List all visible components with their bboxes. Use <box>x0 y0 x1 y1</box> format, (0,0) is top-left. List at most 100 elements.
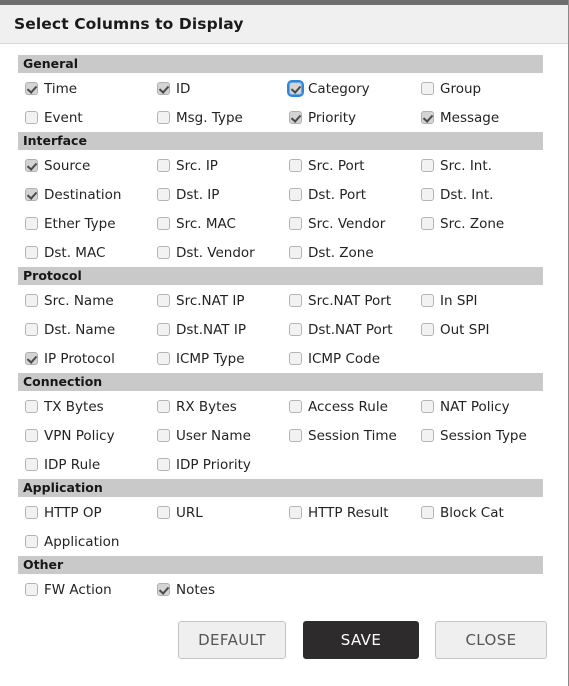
checked-checkbox-icon[interactable] <box>157 583 170 596</box>
checkbox-item-application[interactable]: Application <box>0 534 132 550</box>
checkbox-item-nat-policy[interactable]: NAT Policy <box>396 399 528 415</box>
checked-checkbox-icon[interactable] <box>25 352 38 365</box>
checked-checkbox-icon[interactable] <box>25 188 38 201</box>
unchecked-checkbox-icon[interactable] <box>157 159 170 172</box>
unchecked-checkbox-icon[interactable] <box>421 294 434 307</box>
unchecked-checkbox-icon[interactable] <box>157 294 170 307</box>
unchecked-checkbox-icon[interactable] <box>421 400 434 413</box>
checkbox-item-dst-zone[interactable]: Dst. Zone <box>264 245 396 261</box>
checkbox-item-icmp-type[interactable]: ICMP Type <box>132 351 264 367</box>
checkbox-item-rx-bytes[interactable]: RX Bytes <box>132 399 264 415</box>
unchecked-checkbox-icon[interactable] <box>289 323 302 336</box>
checkbox-item-src-vendor[interactable]: Src. Vendor <box>264 216 396 232</box>
checkbox-item-src-int[interactable]: Src. Int. <box>396 158 528 174</box>
checkbox-item-id[interactable]: ID <box>132 81 264 97</box>
checked-checkbox-icon[interactable] <box>289 111 302 124</box>
unchecked-checkbox-icon[interactable] <box>289 246 302 259</box>
unchecked-checkbox-icon[interactable] <box>289 429 302 442</box>
checkbox-item-src-nat-ip[interactable]: Src.NAT IP <box>132 293 264 309</box>
unchecked-checkbox-icon[interactable] <box>421 188 434 201</box>
checkbox-item-session-time[interactable]: Session Time <box>264 428 397 444</box>
checkbox-item-src-port[interactable]: Src. Port <box>264 158 396 174</box>
unchecked-checkbox-icon[interactable] <box>289 352 302 365</box>
checkbox-item-src-nat-port[interactable]: Src.NAT Port <box>264 293 396 309</box>
unchecked-checkbox-icon[interactable] <box>157 246 170 259</box>
unchecked-checkbox-icon[interactable] <box>289 159 302 172</box>
checkbox-item-msg-type[interactable]: Msg. Type <box>132 110 264 126</box>
unchecked-checkbox-icon[interactable] <box>421 159 434 172</box>
save-button[interactable]: SAVE <box>303 621 419 659</box>
unchecked-checkbox-icon[interactable] <box>25 429 38 442</box>
checkbox-item-idp-rule[interactable]: IDP Rule <box>0 457 132 473</box>
unchecked-checkbox-icon[interactable] <box>157 352 170 365</box>
default-button[interactable]: DEFAULT <box>178 621 286 659</box>
checkbox-item-url[interactable]: URL <box>132 505 264 521</box>
checkbox-item-src-name[interactable]: Src. Name <box>0 293 132 309</box>
unchecked-checkbox-icon[interactable] <box>421 429 434 442</box>
checkbox-item-category[interactable]: Category <box>264 80 396 97</box>
checked-checkbox-icon[interactable] <box>157 82 170 95</box>
checkbox-item-http-result[interactable]: HTTP Result <box>264 505 396 521</box>
unchecked-checkbox-icon[interactable] <box>289 217 302 230</box>
unchecked-checkbox-icon[interactable] <box>25 246 38 259</box>
close-button[interactable]: CLOSE <box>435 621 547 659</box>
checkbox-item-http-op[interactable]: HTTP OP <box>0 505 132 521</box>
unchecked-checkbox-icon[interactable] <box>289 506 302 519</box>
checkbox-item-dst-nat-port[interactable]: Dst.NAT Port <box>264 322 396 338</box>
checkbox-item-out-spi[interactable]: Out SPI <box>396 322 528 338</box>
checkbox-item-in-spi[interactable]: In SPI <box>396 293 528 309</box>
unchecked-checkbox-icon[interactable] <box>25 583 38 596</box>
checkbox-item-user-name[interactable]: User Name <box>132 428 264 444</box>
checkbox-item-priority[interactable]: Priority <box>264 110 396 126</box>
unchecked-checkbox-icon[interactable] <box>157 429 170 442</box>
unchecked-checkbox-icon[interactable] <box>157 188 170 201</box>
unchecked-checkbox-icon[interactable] <box>25 111 38 124</box>
unchecked-checkbox-icon[interactable] <box>157 217 170 230</box>
checkbox-item-dst-ip[interactable]: Dst. IP <box>132 187 264 203</box>
checkbox-item-source[interactable]: Source <box>0 158 132 174</box>
checkbox-item-time[interactable]: Time <box>0 81 132 97</box>
checkbox-item-idp-priority[interactable]: IDP Priority <box>132 457 264 473</box>
unchecked-checkbox-icon[interactable] <box>25 506 38 519</box>
checkbox-item-ether-type[interactable]: Ether Type <box>0 216 132 232</box>
checkbox-item-dst-int[interactable]: Dst. Int. <box>396 187 528 203</box>
checkbox-item-access-rule[interactable]: Access Rule <box>264 399 396 415</box>
checkbox-item-src-zone[interactable]: Src. Zone <box>396 216 528 232</box>
checkbox-item-notes[interactable]: Notes <box>132 582 264 598</box>
checked-checkbox-icon[interactable] <box>421 111 434 124</box>
unchecked-checkbox-icon[interactable] <box>421 506 434 519</box>
unchecked-checkbox-icon[interactable] <box>25 400 38 413</box>
checkbox-item-tx-bytes[interactable]: TX Bytes <box>0 399 132 415</box>
checkbox-item-dst-name[interactable]: Dst. Name <box>0 322 132 338</box>
checkbox-item-vpn-policy[interactable]: VPN Policy <box>0 428 132 444</box>
unchecked-checkbox-icon[interactable] <box>25 535 38 548</box>
unchecked-checkbox-icon[interactable] <box>157 458 170 471</box>
unchecked-checkbox-icon[interactable] <box>157 111 170 124</box>
unchecked-checkbox-icon[interactable] <box>25 294 38 307</box>
checkbox-item-ip-protocol[interactable]: IP Protocol <box>0 351 132 367</box>
unchecked-checkbox-icon[interactable] <box>157 400 170 413</box>
checkbox-item-message[interactable]: Message <box>396 110 528 126</box>
unchecked-checkbox-icon[interactable] <box>421 323 434 336</box>
checkbox-item-src-mac[interactable]: Src. MAC <box>132 216 264 232</box>
unchecked-checkbox-icon[interactable] <box>25 217 38 230</box>
checkbox-item-dst-vendor[interactable]: Dst. Vendor <box>132 245 264 261</box>
unchecked-checkbox-icon[interactable] <box>421 82 434 95</box>
checkbox-item-session-type[interactable]: Session Type <box>396 428 528 444</box>
unchecked-checkbox-icon[interactable] <box>25 323 38 336</box>
checkbox-item-block-cat[interactable]: Block Cat <box>396 505 528 521</box>
unchecked-checkbox-icon[interactable] <box>289 400 302 413</box>
checkbox-item-src-ip[interactable]: Src. IP <box>132 158 264 174</box>
unchecked-checkbox-icon[interactable] <box>289 188 302 201</box>
unchecked-checkbox-icon[interactable] <box>157 323 170 336</box>
checkbox-item-dst-nat-ip[interactable]: Dst.NAT IP <box>132 322 264 338</box>
checkbox-item-group[interactable]: Group <box>396 81 528 97</box>
checkbox-item-dst-mac[interactable]: Dst. MAC <box>0 245 132 261</box>
unchecked-checkbox-icon[interactable] <box>25 458 38 471</box>
checked-checkbox-icon[interactable] <box>25 159 38 172</box>
checked-checkbox-icon[interactable] <box>287 80 304 97</box>
checkbox-item-fw-action[interactable]: FW Action <box>0 582 132 598</box>
checkbox-item-destination[interactable]: Destination <box>0 187 132 203</box>
checked-checkbox-icon[interactable] <box>25 82 38 95</box>
checkbox-item-dst-port[interactable]: Dst. Port <box>264 187 396 203</box>
